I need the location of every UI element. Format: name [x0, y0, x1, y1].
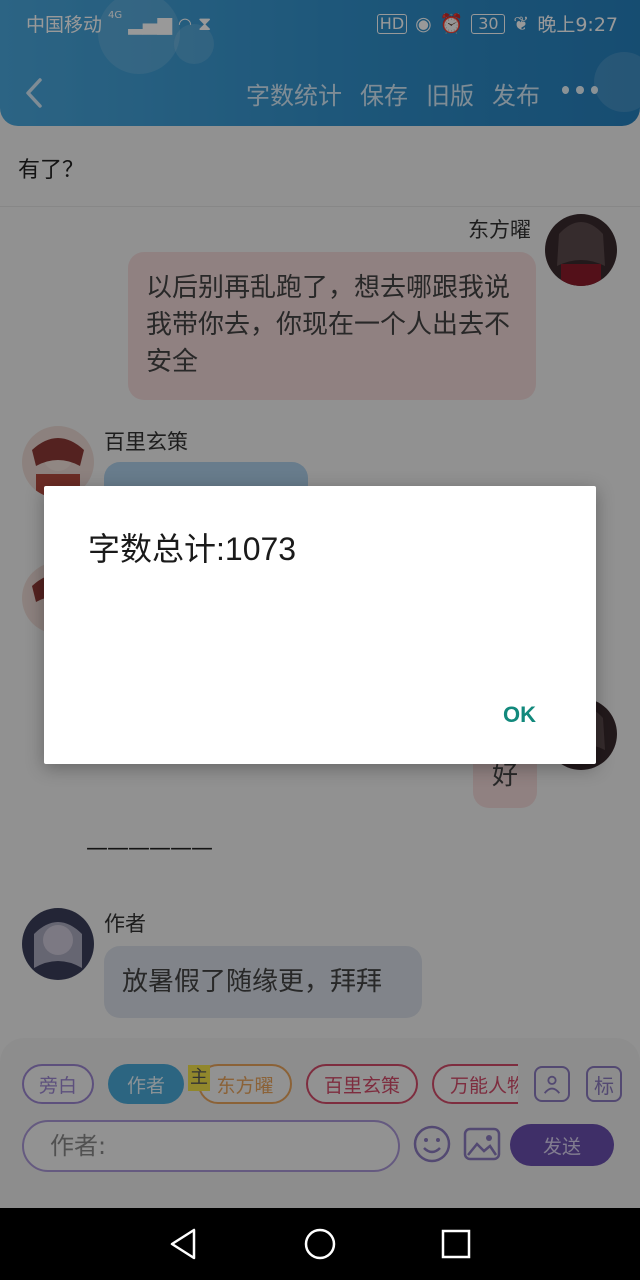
- system-nav-bar: [0, 1208, 640, 1280]
- word-count-dialog: 字数总计:1073 OK: [44, 486, 596, 764]
- nav-recents-icon[interactable]: [438, 1226, 474, 1262]
- ok-button[interactable]: OK: [503, 702, 536, 728]
- nav-back-icon[interactable]: [166, 1226, 202, 1262]
- nav-home-icon[interactable]: [302, 1226, 338, 1262]
- dialog-message: 字数总计:1073: [88, 531, 297, 567]
